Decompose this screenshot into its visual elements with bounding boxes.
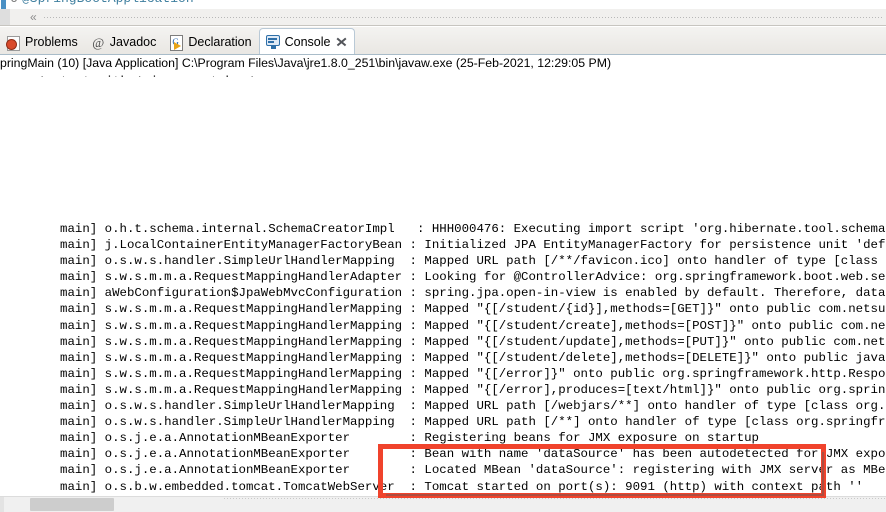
console-log-line: main] s.w.s.m.m.a.RequestMappingHandlerM… bbox=[8, 334, 886, 349]
console-log-line: main] aWebConfiguration$JpaWebMvcConfigu… bbox=[8, 286, 886, 301]
console-log-line: main] o.s.w.s.handler.SimpleUrlHandlerMa… bbox=[8, 399, 886, 414]
tab-problems-label: Problems bbox=[25, 35, 78, 49]
scrollbar-thumb[interactable] bbox=[30, 498, 114, 511]
javadoc-icon: @ bbox=[92, 34, 105, 50]
dotted-divider bbox=[44, 17, 884, 18]
tab-problems[interactable]: Problems bbox=[0, 30, 85, 54]
editor-line-number: 6 bbox=[10, 0, 18, 6]
close-icon[interactable] bbox=[336, 36, 347, 47]
tab-declaration[interactable]: G Declaration bbox=[163, 30, 258, 54]
restore-chevron-icon[interactable]: « bbox=[30, 10, 37, 24]
console-log-line: main] o.s.j.e.a.AnnotationMBeanExporter … bbox=[8, 463, 886, 478]
declaration-icon: G bbox=[169, 34, 184, 51]
console-log-lines: main] o.h.t.schema.internal.SchemaCreato… bbox=[0, 221, 886, 496]
tab-console-label: Console bbox=[284, 34, 331, 49]
tab-javadoc[interactable]: @ Javadoc bbox=[85, 30, 164, 54]
collapsed-editor-bar: « bbox=[0, 9, 886, 26]
console-log-line: main] o.s.w.s.handler.SimpleUrlHandlerMa… bbox=[8, 254, 886, 269]
tab-console[interactable]: Console bbox=[258, 28, 356, 54]
console-log-line: main] s.w.s.m.m.a.RequestMappingHandlerM… bbox=[8, 350, 886, 365]
view-tab-strip: Problems @ Javadoc G Declaration Console… bbox=[0, 27, 886, 80]
view-tabs: Problems @ Javadoc G Declaration Console bbox=[0, 27, 356, 54]
console-log-line: main] o.s.j.e.a.AnnotationMBeanExporter … bbox=[8, 431, 759, 446]
problems-icon bbox=[6, 35, 21, 51]
console-log-line: main] j.LocalContainerEntityManagerFacto… bbox=[8, 238, 886, 253]
tab-declaration-label: Declaration bbox=[188, 35, 252, 49]
console-clipped-text: 1 start with 1 increment by 1 bbox=[38, 75, 256, 77]
console-clipped-line: 1 start with 1 increment by 1 bbox=[0, 69, 886, 77]
console-log-line: main] s.w.s.m.m.a.RequestMappingHandlerA… bbox=[8, 270, 886, 285]
console-log-line: main] s.w.s.m.m.a.RequestMappingHandlerM… bbox=[8, 318, 886, 333]
console-log-line: main] o.s.j.e.a.AnnotationMBeanExporter … bbox=[8, 447, 886, 462]
console-log-line: main] o.h.t.schema.internal.SchemaCreato… bbox=[8, 222, 886, 236]
console-log-line: main] s.w.s.m.m.a.RequestMappingHandlerM… bbox=[8, 302, 886, 317]
console-log-line: main] s.w.s.m.m.a.RequestMappingHandlerM… bbox=[8, 366, 886, 381]
bottom-dotted-divider bbox=[224, 498, 886, 499]
console-log-line: main] s.w.s.m.m.a.RequestMappingHandlerM… bbox=[8, 382, 886, 397]
tab-javadoc-label: Javadoc bbox=[109, 35, 157, 49]
console-log-line: main] o.s.b.w.embedded.tomcat.TomcatWebS… bbox=[8, 479, 864, 494]
console-output-area[interactable]: pringMain (10) [Java Application] C:\Pro… bbox=[0, 54, 886, 496]
editor-sliver: 6 @SpringBootApplication bbox=[0, 0, 886, 9]
console-log-line: main] o.s.w.s.handler.SimpleUrlHandlerMa… bbox=[8, 415, 886, 430]
console-icon bbox=[265, 34, 281, 49]
scrollbar-corner bbox=[0, 497, 4, 512]
editor-gutter bbox=[0, 9, 10, 25]
editor-annotation-text: @SpringBootApplication bbox=[22, 0, 194, 6]
editor-marker-bar bbox=[1, 0, 6, 9]
